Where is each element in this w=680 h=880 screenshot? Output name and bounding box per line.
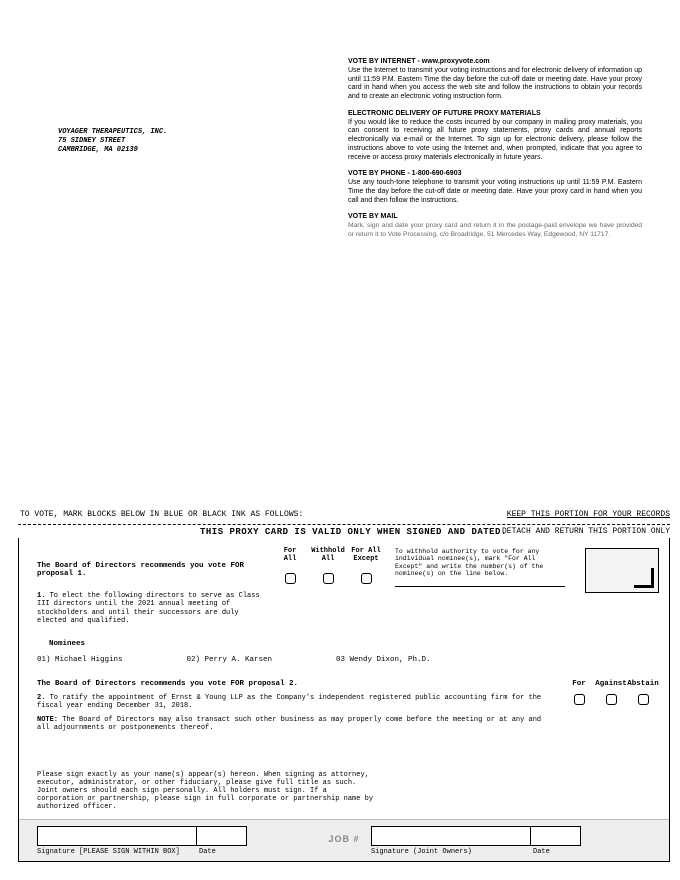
company-addr2: CAMBRIDGE, MA 02139 bbox=[58, 146, 167, 155]
elec-delivery-title: ELECTRONIC DELIVERY OF FUTURE PROXY MATE… bbox=[348, 110, 541, 117]
proposal-2: 2. To ratify the appointment of Ernst & … bbox=[37, 694, 557, 711]
vote-mail-title: VOTE BY MAIL bbox=[348, 213, 398, 220]
hdr-abstain: Abstain bbox=[627, 680, 659, 688]
vote-boxes-2 bbox=[563, 694, 659, 707]
sign-instructions: Please sign exactly as your name(s) appe… bbox=[37, 771, 377, 811]
signature-area: Signature [PLEASE SIGN WITHIN BOX] Date … bbox=[19, 819, 669, 861]
company-addr1: 75 SIDNEY STREET bbox=[58, 137, 167, 146]
elec-delivery-body: If you would like to reduce the costs in… bbox=[348, 119, 642, 161]
vote-internet-title: VOTE BY INTERNET - www.proxyvote.com bbox=[348, 58, 490, 65]
proposal-1-num: 1. bbox=[37, 592, 45, 600]
nominee-2: 02) Perry A. Karsen bbox=[187, 656, 332, 664]
checkbox-abstain[interactable] bbox=[638, 694, 649, 705]
hdr-against: Against bbox=[595, 680, 627, 688]
signature-box-2[interactable] bbox=[371, 826, 581, 846]
vote-phone-title: VOTE BY PHONE - 1-800-690-6903 bbox=[348, 170, 461, 177]
hdr-for-all: ForAll bbox=[271, 548, 309, 563]
signature-1-date-label: Date bbox=[199, 848, 216, 856]
nominees-list: 01) Michael Higgins 02) Perry A. Karsen … bbox=[37, 656, 431, 664]
valid-line: THIS PROXY CARD IS VALID ONLY WHEN SIGNE… bbox=[200, 527, 507, 537]
recommendation-1: The Board of Directors recommends you vo… bbox=[37, 562, 244, 578]
signature-box-1[interactable] bbox=[37, 826, 247, 846]
vote-headers-1: ForAll WithholdAll For AllExcept bbox=[271, 548, 385, 563]
hdr-for-all-except: For AllExcept bbox=[347, 548, 385, 563]
vote-headers-2: For Against Abstain bbox=[563, 680, 659, 688]
checkbox-against[interactable] bbox=[606, 694, 617, 705]
proposal-2-num: 2. bbox=[37, 694, 45, 702]
checkbox-for[interactable] bbox=[574, 694, 585, 705]
checkbox-for-all-except[interactable] bbox=[361, 573, 372, 584]
signature-2-date-label: Date bbox=[533, 848, 550, 856]
voting-instructions: VOTE BY INTERNET - www.proxyvote.com Use… bbox=[348, 58, 642, 248]
hdr-withhold-all: WithholdAll bbox=[309, 548, 347, 563]
note-text: The Board of Directors may also transact… bbox=[37, 716, 541, 732]
nominee-1: 01) Michael Higgins bbox=[37, 656, 182, 664]
corner-mark-icon bbox=[634, 568, 654, 588]
nominee-3: 03 Wendy Dixon, Ph.D. bbox=[336, 656, 431, 664]
perforation-line bbox=[18, 524, 670, 525]
proposal-1: 1. To elect the following directors to s… bbox=[37, 592, 267, 626]
note-label: NOTE: bbox=[37, 716, 58, 724]
barcode-placeholder bbox=[585, 548, 659, 593]
vote-phone-body: Use any touch-tone telephone to transmit… bbox=[348, 179, 642, 204]
mark-instruction: TO VOTE, MARK BLOCKS BELOW IN BLUE OR BL… bbox=[20, 510, 303, 519]
vote-mail-body: Mark, sign and date your proxy card and … bbox=[348, 222, 642, 238]
checkbox-withhold-all[interactable] bbox=[323, 573, 334, 584]
proposal-2-text: To ratify the appointment of Ernst & You… bbox=[37, 694, 541, 710]
recommendation-2: The Board of Directors recommends you vo… bbox=[37, 680, 298, 688]
checkbox-for-all[interactable] bbox=[285, 573, 296, 584]
hdr-for: For bbox=[563, 680, 595, 688]
detach-return-label: DETACH AND RETURN THIS PORTION ONLY bbox=[502, 527, 670, 536]
withhold-note: To withhold authority to vote for any in… bbox=[395, 548, 565, 578]
company-name: VOYAGER THERAPEUTICS, INC. bbox=[58, 128, 167, 137]
keep-portion-label: KEEP THIS PORTION FOR YOUR RECORDS bbox=[507, 510, 670, 519]
signature-2-label: Signature (Joint Owners) bbox=[371, 848, 472, 856]
signature-1-label: Signature [PLEASE SIGN WITHIN BOX] bbox=[37, 848, 180, 856]
vote-boxes-1 bbox=[271, 573, 385, 586]
job-number: JOB # bbox=[328, 834, 359, 844]
nominees-label: Nominees bbox=[49, 640, 85, 648]
proposal-1-text: To elect the following directors to serv… bbox=[37, 592, 260, 625]
proxy-card: The Board of Directors recommends you vo… bbox=[18, 538, 670, 862]
withhold-write-line[interactable] bbox=[395, 586, 565, 587]
note-block: NOTE: The Board of Directors may also tr… bbox=[37, 716, 557, 733]
company-address: VOYAGER THERAPEUTICS, INC. 75 SIDNEY STR… bbox=[58, 128, 167, 155]
vote-internet-body: Use the Internet to transmit your voting… bbox=[348, 67, 642, 100]
